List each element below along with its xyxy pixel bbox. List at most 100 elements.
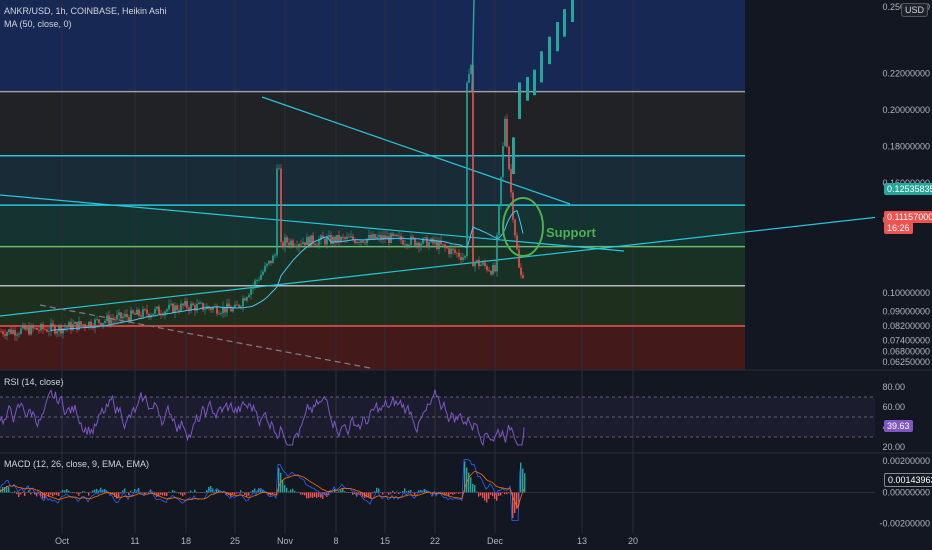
rsi-legend: RSI (14, close)	[4, 377, 64, 387]
candle-body	[44, 329, 46, 330]
candle-body	[210, 308, 212, 310]
candle-body	[216, 306, 218, 314]
candle-body	[346, 236, 348, 239]
candle-body	[512, 137, 515, 175]
macd-tick-label: -0.00200000	[879, 519, 930, 529]
candle-body	[462, 257, 464, 260]
time-tick-label: Oct	[55, 536, 70, 546]
time-tick-label: 20	[628, 536, 638, 546]
macd-histogram-bar	[456, 492, 458, 494]
candle-body	[492, 265, 494, 275]
candle-body	[292, 240, 294, 246]
macd-histogram-bar	[382, 492, 384, 495]
candle-body	[518, 82, 521, 120]
candle-body	[418, 242, 420, 248]
candle-body	[136, 309, 138, 315]
macd-histogram-bar	[166, 492, 168, 497]
macd-histogram-bar	[478, 492, 480, 497]
macd-histogram-bar	[240, 490, 242, 493]
candle-body	[258, 279, 260, 281]
macd-histogram-bar	[56, 492, 58, 496]
candle-body	[436, 240, 438, 249]
candle-body	[296, 245, 298, 247]
candle-body	[506, 118, 508, 147]
macd-histogram-bar	[124, 488, 126, 493]
candle-body	[478, 260, 480, 267]
candle-body	[190, 303, 192, 311]
macd-histogram-bar	[318, 492, 320, 498]
macd-histogram-bar	[92, 490, 94, 493]
candle-body	[486, 266, 488, 271]
macd-histogram-bar	[388, 492, 390, 495]
macd-histogram-bar	[126, 492, 128, 493]
macd-histogram-bar	[372, 492, 374, 494]
currency-button[interactable]: USD	[900, 3, 928, 17]
macd-histogram-bar	[332, 492, 334, 493]
candle-body	[348, 236, 350, 238]
candle-body	[372, 234, 374, 239]
macd-histogram-bar	[466, 467, 468, 493]
candle-body	[482, 262, 484, 265]
macd-histogram-bar	[306, 492, 308, 499]
candle-body	[18, 333, 20, 335]
price-tick-label: 0.07400000	[882, 336, 930, 346]
macd-histogram-bar	[340, 489, 342, 493]
candle-body	[470, 65, 472, 74]
candle-body	[2, 331, 4, 335]
candle-body	[30, 325, 32, 335]
macd-histogram-bar	[474, 484, 476, 493]
candle-body	[518, 249, 520, 268]
price-tick-label: 0.08200000	[882, 321, 930, 331]
candle-body	[476, 260, 478, 263]
macd-histogram-bar	[458, 492, 460, 494]
candle-body	[156, 306, 158, 309]
macd-histogram-bar	[310, 492, 312, 498]
macd-histogram-bar	[184, 492, 186, 495]
macd-histogram-bar	[248, 492, 250, 496]
macd-histogram-bar	[346, 492, 348, 493]
macd-histogram-bar	[94, 489, 96, 493]
rsi-tick-label: 60.00	[882, 402, 905, 412]
macd-histogram-bar	[8, 486, 10, 493]
candle-body	[350, 236, 352, 238]
macd-histogram-bar	[82, 491, 84, 493]
macd-histogram-bar	[190, 490, 192, 493]
candle-body	[450, 248, 452, 254]
candle-body	[38, 329, 40, 331]
candle-body	[358, 241, 360, 243]
candle-body	[138, 309, 140, 316]
macd-histogram-bar	[488, 492, 490, 499]
candle-body	[464, 256, 466, 258]
macd-histogram-bar	[406, 491, 408, 493]
macd-histogram-bar	[188, 491, 190, 493]
candle-body	[498, 204, 500, 235]
candle-body	[396, 234, 398, 237]
candle-body	[248, 294, 250, 298]
macd-histogram-bar	[222, 492, 224, 493]
candle-body	[571, 0, 574, 22]
candle-body	[256, 280, 258, 281]
macd-histogram-bar	[96, 488, 98, 493]
macd-histogram-bar	[412, 492, 414, 494]
candle-body	[516, 235, 518, 250]
macd-histogram-bar	[186, 492, 188, 493]
macd-histogram-bar	[128, 492, 130, 496]
candle-body	[8, 329, 10, 333]
price-tick-label: 0.10000000	[882, 288, 930, 298]
macd-histogram-bar	[284, 485, 286, 493]
candle-body	[270, 260, 272, 264]
candle-body	[232, 307, 234, 312]
candle-body	[36, 327, 38, 330]
candle-body	[526, 76, 529, 101]
candle-body	[108, 315, 110, 324]
macd-histogram-bar	[22, 492, 24, 494]
macd-histogram-bar	[490, 492, 492, 495]
candle-body	[10, 329, 12, 334]
macd-histogram-bar	[472, 483, 474, 493]
macd-histogram-bar	[312, 492, 314, 498]
macd-histogram-bar	[116, 492, 118, 499]
time-tick-label: 25	[230, 536, 240, 546]
macd-histogram-bar	[192, 492, 194, 493]
candle-body	[80, 321, 82, 325]
candle-body	[472, 65, 474, 267]
